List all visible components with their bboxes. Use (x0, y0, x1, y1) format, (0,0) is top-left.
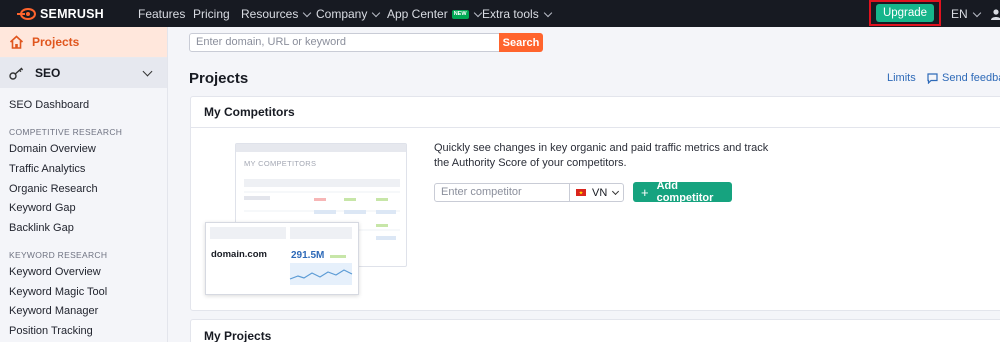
sidebar-item-keyword-magic-tool[interactable]: Keyword Magic Tool (9, 286, 107, 298)
sidebar: Projects SEO SEO Dashboard COMPETITIVE R… (0, 27, 168, 342)
sidebar-item-seo[interactable]: SEO (0, 58, 167, 88)
language-selector[interactable]: EN (951, 7, 981, 21)
vietnam-flag-icon (576, 189, 586, 196)
home-icon (9, 35, 24, 49)
illustration-domain-card: domain.com 291.5M (205, 222, 359, 295)
sidebar-item-backlink-gap[interactable]: Backlink Gap (9, 222, 74, 234)
chevron-down-icon[interactable] (142, 66, 153, 77)
sidebar-item-projects[interactable]: Projects (0, 27, 167, 58)
brand-name: SEMRUSH (40, 6, 104, 21)
seo-key-icon (9, 67, 24, 80)
nav-features[interactable]: Features (138, 7, 185, 21)
nav-company[interactable]: Company (316, 7, 381, 21)
illustration-window-bar (236, 144, 406, 152)
add-competitor-button[interactable]: + Add competitor (633, 180, 732, 204)
send-feedback-link[interactable]: Send feedback (927, 72, 1000, 84)
sidebar-projects-label: Projects (32, 35, 80, 49)
competitors-card-title: My Competitors (191, 97, 1000, 128)
chevron-down-icon (303, 8, 312, 17)
semrush-flame-icon (17, 7, 36, 20)
sidebar-item-organic-research[interactable]: Organic Research (9, 183, 98, 195)
nav-app-center[interactable]: App Center NEW (387, 7, 482, 21)
chevron-down-icon (473, 8, 482, 17)
nav-resources[interactable]: Resources (241, 7, 312, 21)
sidebar-seo-label: SEO (35, 66, 61, 80)
nav-extra-tools[interactable]: Extra tools (482, 7, 552, 21)
chevron-down-icon (372, 8, 381, 17)
sidebar-section-competitive-research: COMPETITIVE RESEARCH (9, 127, 123, 137)
chevron-down-icon (972, 8, 981, 17)
sidebar-item-traffic-analytics[interactable]: Traffic Analytics (9, 163, 85, 175)
competitors-description: Quickly see changes in key organic and p… (434, 142, 769, 169)
chevron-down-icon (612, 187, 620, 195)
competitor-input[interactable]: Enter competitor (434, 183, 570, 202)
projects-card-title: My Projects (204, 329, 272, 342)
sidebar-item-keyword-gap[interactable]: Keyword Gap (9, 202, 76, 214)
projects-card: My Projects (190, 319, 1000, 342)
sidebar-item-seo-dashboard[interactable]: SEO Dashboard (9, 99, 89, 111)
country-select[interactable]: VN (569, 183, 624, 202)
limits-link[interactable]: Limits (887, 72, 916, 84)
search-button[interactable]: Search (499, 33, 543, 52)
new-badge: NEW (451, 9, 469, 19)
sidebar-item-keyword-overview[interactable]: Keyword Overview (9, 266, 101, 278)
sidebar-section-keyword-research: KEYWORD RESEARCH (9, 250, 108, 260)
illustration-domain: domain.com (211, 249, 267, 260)
semrush-logo[interactable]: SEMRUSH (16, 0, 104, 27)
user-icon[interactable] (990, 8, 1000, 20)
feedback-icon (927, 72, 938, 84)
upgrade-button[interactable]: Upgrade (876, 4, 934, 22)
chevron-down-icon (543, 8, 552, 17)
sidebar-item-domain-overview[interactable]: Domain Overview (9, 143, 96, 155)
sidebar-item-keyword-manager[interactable]: Keyword Manager (9, 305, 98, 317)
upgrade-highlight: Upgrade (869, 0, 941, 26)
top-navigation-bar: SEMRUSH Features Pricing Resources Compa… (0, 0, 1000, 27)
nav-pricing[interactable]: Pricing (193, 7, 230, 21)
plus-icon: + (641, 184, 649, 200)
illustration-value: 291.5M (291, 250, 325, 261)
page-title: Projects (189, 70, 249, 87)
search-input[interactable]: Enter domain, URL or keyword (189, 33, 500, 52)
sidebar-item-position-tracking[interactable]: Position Tracking (9, 325, 93, 337)
